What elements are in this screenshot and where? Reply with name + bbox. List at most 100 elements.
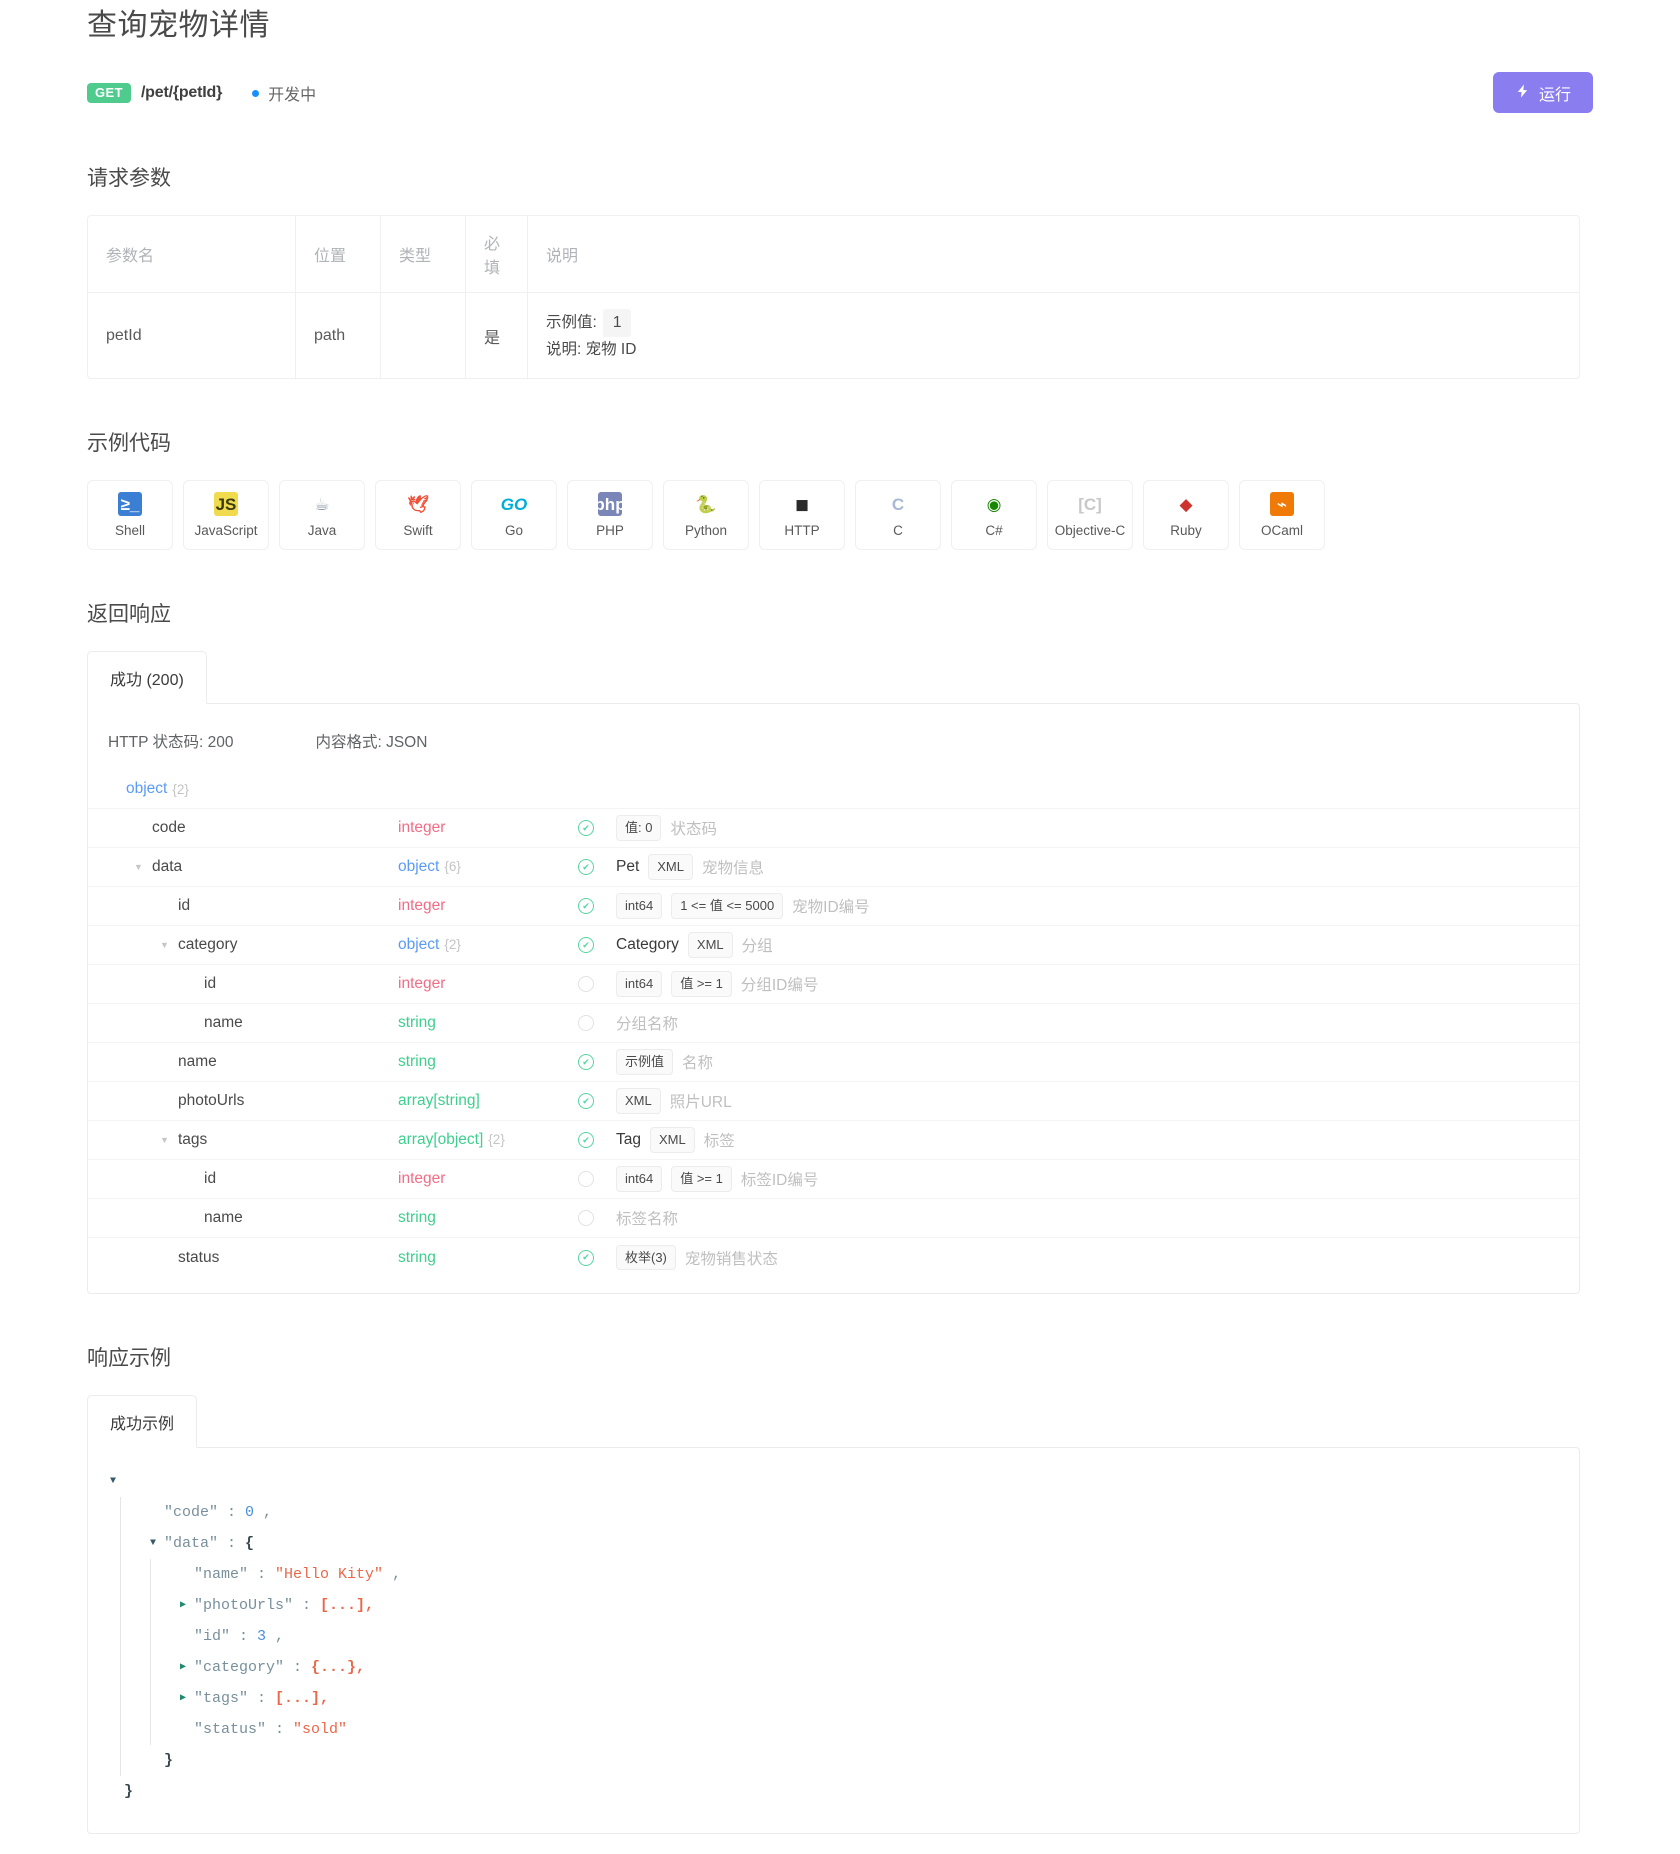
lang-card-ocaml[interactable]: ⌁ OCaml <box>1239 480 1325 551</box>
chevron-down-icon[interactable]: ▼ <box>160 940 174 950</box>
lang-card-ruby[interactable]: ◆ Ruby <box>1143 480 1229 551</box>
schema-extra-cell: 枚举(3) 宠物销售状态 <box>616 1244 1579 1271</box>
sample-code-heading: 示例代码 <box>87 432 171 456</box>
ruby-icon: ◆ <box>1179 494 1193 514</box>
schema-description: 状态码 <box>670 821 717 839</box>
tab-success-example[interactable]: 成功示例 <box>87 1395 198 1449</box>
schema-chip: 枚举(3) <box>616 1244 676 1271</box>
request-params-table: 参数名 位置 类型 必填 说明 petId path 是 示例值: 1 说明: … <box>87 215 1580 380</box>
run-button-label: 运行 <box>1538 86 1571 104</box>
schema-model-name: Category <box>616 936 679 954</box>
json-value: "Hello Kity" <box>275 1566 384 1584</box>
chevron-down-icon[interactable]: ▼ <box>110 1466 124 1497</box>
chevron-down-icon[interactable]: ▼ <box>150 1528 164 1559</box>
schema-key-label: name <box>178 1053 217 1071</box>
lang-card-php[interactable]: php PHP <box>567 480 653 551</box>
lang-card-swift[interactable]: 🕊 Swift <box>375 480 461 551</box>
caret-placeholder-icon: ▼ <box>134 824 148 833</box>
javascript-icon: JS <box>214 492 238 517</box>
json-line: "id" : 3 , <box>110 1621 1579 1653</box>
request-params-heading: 请求参数 <box>87 167 171 190</box>
response-heading: 返回响应 <box>87 603 171 627</box>
json-indent-guide <box>150 1590 180 1622</box>
lang-card-c-[interactable]: ◉ C# <box>951 480 1037 551</box>
schema-extra-cell: Pet XML 宠物信息 <box>616 854 1579 880</box>
json-key: "id" <box>194 1628 231 1646</box>
json-key: "photoUrls" <box>194 1597 294 1615</box>
schema-type-label: integer <box>398 897 446 915</box>
status-dot-icon <box>252 89 260 97</box>
schema-row: ▼ code integer ✔ 值: 0 状态码 <box>88 809 1579 849</box>
json-value: "sold" <box>293 1721 348 1739</box>
api-status: 开发中 <box>252 81 316 105</box>
schema-type-label: integer <box>398 819 446 837</box>
caret-placeholder-icon: ▼ <box>186 1175 200 1184</box>
swift-icon: 🕊 <box>407 494 429 514</box>
lang-card-label: Python <box>684 523 728 539</box>
json-indent-guide <box>120 1683 150 1715</box>
json-line: "code" : 0 , <box>110 1497 1579 1529</box>
schema-type-cell: string <box>398 1053 578 1071</box>
column-header-required: 必填 <box>466 216 528 293</box>
json-line: ▶ "tags" : [...], <box>110 1683 1579 1715</box>
lang-card-http[interactable]: ◼ HTTP <box>759 480 845 551</box>
schema-key-label: photoUrls <box>178 1092 245 1110</box>
schema-required-cell: ✔ <box>578 1054 616 1071</box>
schema-key-cell: ▼ data <box>108 858 398 876</box>
chevron-right-icon[interactable]: ▶ <box>180 1683 194 1714</box>
chevron-down-icon[interactable]: ▼ <box>160 1135 174 1145</box>
caret-placeholder-icon <box>110 1776 124 1807</box>
schema-type-cell: integer <box>398 1170 578 1188</box>
empty-circle-icon <box>578 976 594 993</box>
schema-chip: 示例值 <box>616 1049 674 1075</box>
caret-placeholder-icon: ▼ <box>160 902 174 911</box>
lang-card-python[interactable]: 🐍 Python <box>663 480 749 551</box>
schema-required-cell: ✔ <box>578 937 616 954</box>
schema-type-cell: integer <box>398 819 578 837</box>
json-separator: : <box>218 1535 246 1553</box>
schema-extra-cell: int64 1 <= 值 <= 5000 宠物ID编号 <box>616 893 1579 919</box>
json-separator: : <box>293 1597 321 1615</box>
chevron-right-icon[interactable]: ▶ <box>180 1652 194 1683</box>
schema-key-cell: ▼ name <box>108 1209 398 1227</box>
schema-row: ▼ data object {6} ✔ Pet XML 宠物信息 <box>88 848 1579 888</box>
java-icon: ☕ <box>314 494 330 514</box>
schema-key-label: code <box>152 819 186 837</box>
lang-card-objective-c[interactable]: [C] Objective-C <box>1047 480 1133 551</box>
schema-key-cell: ▼ object{2} <box>108 780 398 798</box>
run-button[interactable]: 运行 <box>1492 72 1593 113</box>
lang-card-shell[interactable]: ≥_ Shell <box>87 480 173 551</box>
lang-card-go[interactable]: GO Go <box>471 480 557 551</box>
response-example-tabs: 成功示例 <box>87 1395 1593 1449</box>
schema-required-cell: ✔ <box>578 859 616 876</box>
lang-card-c[interactable]: CC <box>855 480 941 551</box>
schema-chip: XML <box>687 932 733 958</box>
schema-required-cell: ✔ <box>578 820 616 837</box>
api-meta-row: GET /pet/{petId} 开发中 运行 <box>87 72 1593 114</box>
schema-type-cell: array[string] <box>398 1092 578 1110</box>
chevron-down-icon[interactable]: ▼ <box>134 862 148 872</box>
param-location: path <box>296 293 381 379</box>
json-key: "name" <box>194 1566 249 1584</box>
lang-card-label: Java <box>307 523 337 539</box>
tab-success-200[interactable]: 成功 (200) <box>87 651 207 705</box>
python-icon: 🐍 <box>695 494 717 514</box>
json-indent-guide <box>150 1559 180 1591</box>
lang-card-javascript[interactable]: JS JavaScript <box>183 480 269 551</box>
schema-key-cell: ▼ category <box>108 936 398 954</box>
chevron-right-icon[interactable]: ▶ <box>180 1590 194 1621</box>
schema-chip: 值: 0 <box>616 815 662 841</box>
schema-type-cell: integer <box>398 975 578 993</box>
schema-description: 照片URL <box>669 1094 732 1112</box>
lang-card-java[interactable]: ☕ Java <box>279 480 365 551</box>
schema-chip: XML <box>648 854 693 880</box>
schema-chip: int64 <box>616 893 663 919</box>
json-key: "tags" <box>194 1690 249 1708</box>
response-content-type: 内容格式: JSON <box>315 734 428 752</box>
schema-type-cell: string <box>398 1209 578 1227</box>
schema-type-label: array[object] <box>398 1131 484 1149</box>
schema-chip: XML <box>616 1088 661 1114</box>
schema-required-cell <box>578 1210 616 1227</box>
param-example-value: 1 <box>602 309 632 337</box>
param-example-label: 示例值: <box>546 314 597 331</box>
